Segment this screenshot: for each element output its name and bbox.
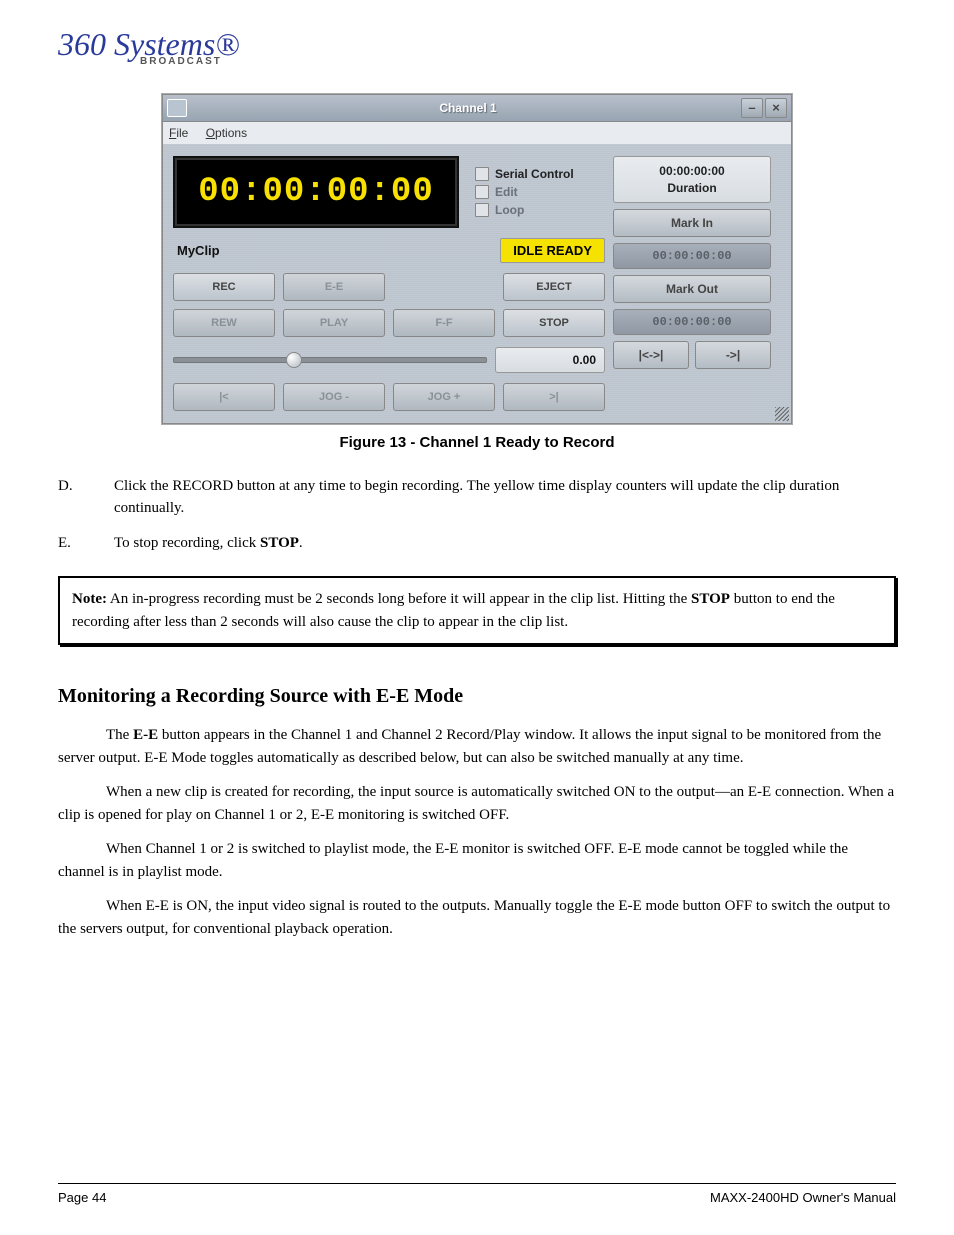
body-paragraph: When E-E is ON, the input video signal i… <box>58 895 896 940</box>
menubar: File Options <box>163 122 791 144</box>
body-paragraph: The E-E button appears in the Channel 1 … <box>58 724 896 769</box>
list-marker: E. <box>58 532 114 555</box>
ff-button[interactable]: F-F <box>393 309 495 337</box>
manual-title: MAXX-2400HD Owner's Manual <box>710 1190 896 1205</box>
checkbox-icon[interactable] <box>475 185 489 199</box>
instruction-text: Click the RECORD button at any time to b… <box>114 475 896 520</box>
figure-caption: Figure 13 - Channel 1 Ready to Record <box>58 434 896 451</box>
checkbox-icon[interactable] <box>475 167 489 181</box>
play-button[interactable]: PLAY <box>283 309 385 337</box>
mark-out-button[interactable]: Mark Out <box>613 275 771 303</box>
timecode-value: 00:00:00:00 <box>198 173 433 211</box>
menu-file[interactable]: File <box>169 126 188 140</box>
instruction-text: To stop recording, click STOP. <box>114 532 303 555</box>
menu-options[interactable]: Options <box>206 126 247 140</box>
stop-button[interactable]: STOP <box>503 309 605 337</box>
loop-row[interactable]: Loop <box>475 203 605 217</box>
list-marker: D. <box>58 475 114 520</box>
goto-out-button[interactable]: ->| <box>695 341 771 369</box>
mark-in-value: 00:00:00:00 <box>613 243 771 269</box>
section-heading: Monitoring a Recording Source with E-E M… <box>58 685 896 708</box>
rew-button[interactable]: REW <box>173 309 275 337</box>
body-paragraph: When a new clip is created for recording… <box>58 781 896 826</box>
channel-window: Channel 1 – × File Options 00:00:00:00 <box>162 94 792 424</box>
note-label: Note: <box>72 591 107 607</box>
instruction-d: D. Click the RECORD button at any time t… <box>58 475 896 520</box>
duration-tc: 00:00:00:00 <box>618 163 766 180</box>
serial-control-row[interactable]: Serial Control <box>475 167 605 181</box>
page-number: Page 44 <box>58 1190 106 1205</box>
brand-logo: 360 Systems® BROADCAST <box>58 30 896 66</box>
duration-label: Duration <box>618 180 766 197</box>
timecode-display: 00:00:00:00 <box>173 156 459 228</box>
titlebar[interactable]: Channel 1 – × <box>163 95 791 122</box>
range-select-button[interactable]: |<->| <box>613 341 689 369</box>
minimize-button[interactable]: – <box>741 98 763 118</box>
jog-plus-button[interactable]: JOG + <box>393 383 495 411</box>
position-value: 0.00 <box>495 347 605 373</box>
status-badge: IDLE READY <box>500 238 605 263</box>
mark-out-value: 00:00:00:00 <box>613 309 771 335</box>
instruction-e: E. To stop recording, click STOP. <box>58 532 896 555</box>
rec-button[interactable]: REC <box>173 273 275 301</box>
ee-button[interactable]: E-E <box>283 273 385 301</box>
instruction-list: D. Click the RECORD button at any time t… <box>58 475 896 555</box>
mark-in-button[interactable]: Mark In <box>613 209 771 237</box>
eject-button[interactable]: EJECT <box>503 273 605 301</box>
body-paragraph: When Channel 1 or 2 is switched to playl… <box>58 838 896 883</box>
position-slider[interactable] <box>173 357 487 363</box>
checkbox-icon[interactable] <box>475 203 489 217</box>
page-footer: Page 44 MAXX-2400HD Owner's Manual <box>58 1183 896 1205</box>
goto-end-button[interactable]: >| <box>503 383 605 411</box>
clip-name: MyClip <box>173 243 492 258</box>
goto-start-button[interactable]: |< <box>173 383 275 411</box>
duration-box: 00:00:00:00 Duration <box>613 156 771 204</box>
edit-label: Edit <box>495 185 518 199</box>
slider-thumb[interactable] <box>286 352 302 368</box>
window-title: Channel 1 <box>195 101 741 115</box>
jog-minus-button[interactable]: JOG - <box>283 383 385 411</box>
window-icon <box>167 99 187 117</box>
main-panel: 00:00:00:00 Serial Control Edit <box>163 144 791 423</box>
options-checkboxes: Serial Control Edit Loop <box>467 156 605 228</box>
resize-handle[interactable] <box>775 407 789 421</box>
serial-control-label: Serial Control <box>495 167 574 181</box>
logo-subtext: BROADCAST <box>140 57 896 66</box>
loop-label: Loop <box>495 203 524 217</box>
edit-row[interactable]: Edit <box>475 185 605 199</box>
close-button[interactable]: × <box>765 98 787 118</box>
note-box: Note: An in-progress recording must be 2… <box>58 576 896 645</box>
